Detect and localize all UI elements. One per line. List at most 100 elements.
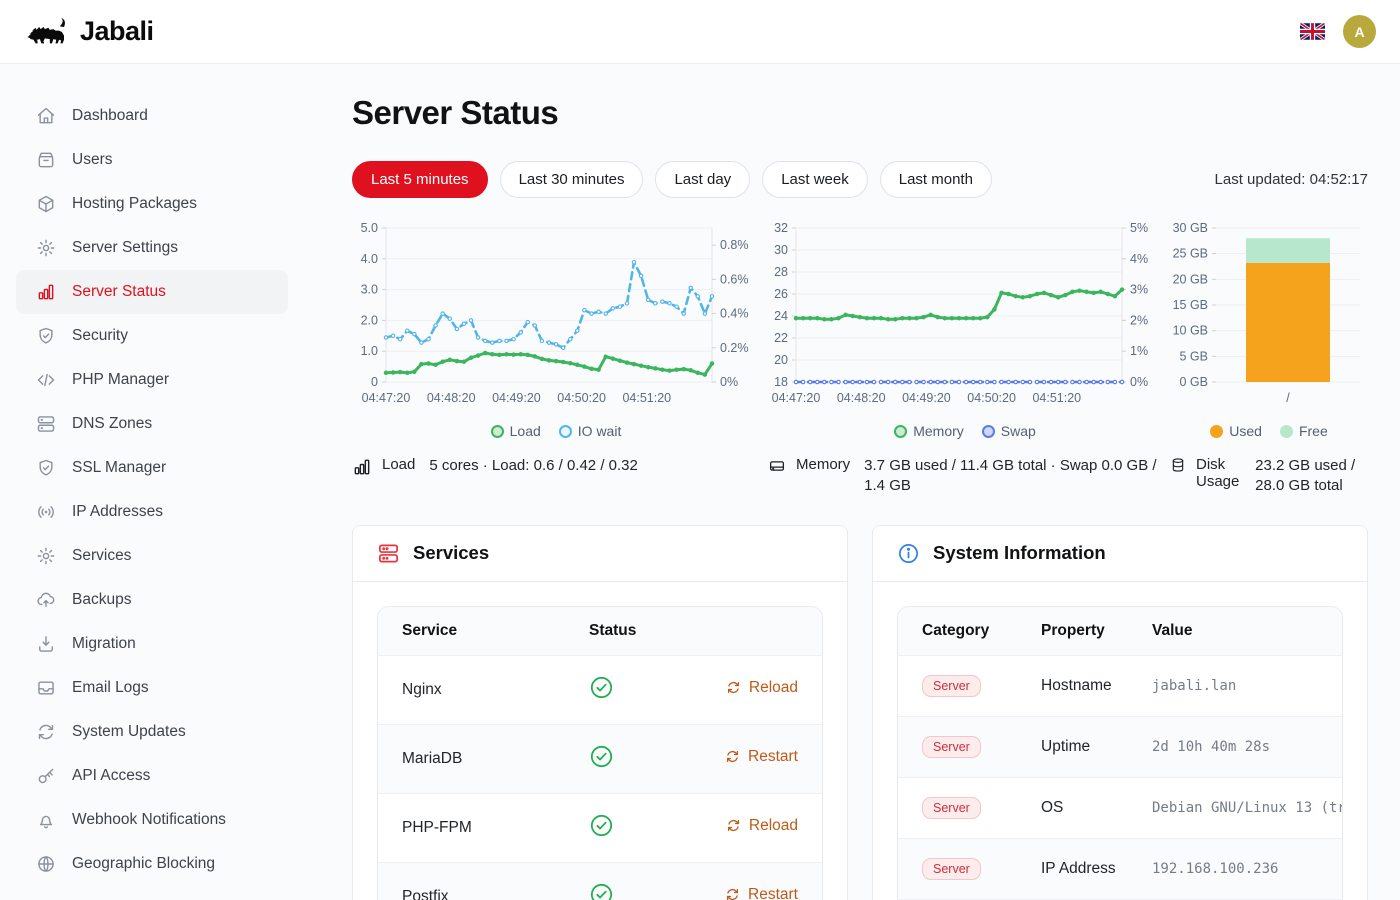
refresh-icon — [725, 749, 740, 764]
sidebar-item-server-settings[interactable]: Server Settings — [16, 226, 288, 270]
legend-item-memory[interactable]: Memory — [894, 423, 964, 439]
system-info-card-header: System Information — [873, 526, 1367, 582]
sidebar-item-label: System Updates — [72, 723, 186, 741]
sidebar-item-api-access[interactable]: API Access — [16, 754, 288, 798]
action-label: Restart — [748, 886, 798, 900]
mariadb-restart-button[interactable]: Restart — [725, 748, 798, 766]
range-button-last-day[interactable]: Last day — [655, 161, 750, 198]
category-cell: Server — [898, 777, 1017, 838]
svg-text:04:48:20: 04:48:20 — [427, 391, 476, 405]
range-button-last-month[interactable]: Last month — [880, 161, 992, 198]
inbox-icon — [36, 678, 56, 698]
sidebar-item-security[interactable]: Security — [16, 314, 288, 358]
category-cell: Server — [898, 655, 1017, 716]
property-value-cell: jabali.lan — [1128, 655, 1342, 716]
sidebar-item-label: Migration — [72, 635, 136, 653]
service-row-php-fpm: PHP-FPMReload — [378, 793, 822, 862]
sidebar-item-migration[interactable]: Migration — [16, 622, 288, 666]
range-button-last-week[interactable]: Last week — [762, 161, 868, 198]
key-icon — [36, 766, 56, 786]
property-value: jabali.lan — [1152, 678, 1236, 694]
legend-item-used[interactable]: Used — [1210, 423, 1262, 439]
range-button-last-30-minutes[interactable]: Last 30 minutes — [500, 161, 644, 198]
services-card-title: Services — [413, 542, 489, 564]
sidebar-item-users[interactable]: Users — [16, 138, 288, 182]
legend-item-io-wait[interactable]: IO wait — [559, 423, 622, 439]
bar-chart-icon — [36, 282, 56, 302]
system-row-os: ServerOSDebian GNU/Linux 13 (trixie) — [898, 777, 1342, 838]
brand[interactable]: Jabali — [24, 15, 154, 49]
legend-label: Free — [1299, 423, 1328, 439]
status-value: 23.2 GB used / 28.0 GB total — [1255, 456, 1368, 497]
disk-chart-block: 0 GB5 GB10 GB15 GB20 GB25 GB30 GB/ UsedF… — [1170, 220, 1368, 442]
sidebar-item-label: Email Logs — [72, 679, 149, 697]
cloud-upload-icon — [36, 590, 56, 610]
legend-item-load[interactable]: Load — [491, 423, 541, 439]
sidebar-item-label: Hosting Packages — [72, 195, 197, 213]
nginx-reload-button[interactable]: Reload — [726, 679, 798, 697]
range-button-last-5-minutes[interactable]: Last 5 minutes — [352, 161, 488, 198]
sidebar-item-services[interactable]: Services — [16, 534, 288, 578]
controls-row: Last 5 minutes Last 30 minutes Last day Las… — [352, 161, 1368, 198]
svg-text:1%: 1% — [1130, 344, 1148, 358]
svg-text:32: 32 — [774, 221, 788, 235]
services-col-actions — [695, 607, 822, 656]
sidebar-item-php-manager[interactable]: PHP Manager — [16, 358, 288, 402]
status-value: 5 cores · Load: 0.6 / 0.42 / 0.32 — [429, 456, 637, 476]
gear-icon — [36, 238, 56, 258]
sidebar-item-ssl-manager[interactable]: SSL Manager — [16, 446, 288, 490]
sidebar-item-dashboard[interactable]: Dashboard — [16, 94, 288, 138]
services-card: Services Service Status NginxReloadMaria… — [352, 525, 848, 900]
service-status — [565, 724, 695, 793]
legend-item-free[interactable]: Free — [1280, 423, 1328, 439]
svg-text:4.0: 4.0 — [361, 252, 378, 266]
php-fpm-reload-button[interactable]: Reload — [726, 817, 798, 835]
sidebar-item-email-logs[interactable]: Email Logs — [16, 666, 288, 710]
svg-text:22: 22 — [774, 331, 788, 345]
status-label: Load — [382, 456, 415, 473]
refresh-icon — [726, 818, 741, 833]
property-value: Debian GNU/Linux 13 (trixie) — [1152, 800, 1342, 816]
svg-text:2%: 2% — [1130, 313, 1148, 327]
svg-text:30 GB: 30 GB — [1173, 221, 1208, 235]
service-action-cell: Restart — [695, 724, 822, 793]
services-table-header: Service Status — [378, 607, 822, 656]
svg-text:0.4%: 0.4% — [720, 307, 749, 321]
system-col-category: Category — [898, 607, 1017, 656]
legend-item-swap[interactable]: Swap — [982, 423, 1036, 439]
sidebar-item-label: IP Addresses — [72, 503, 163, 521]
sidebar-item-dns-zones[interactable]: DNS Zones — [16, 402, 288, 446]
category-badge: Server — [922, 797, 981, 819]
sidebar-item-backups[interactable]: Backups — [16, 578, 288, 622]
sidebar-item-server-status[interactable]: Server Status — [16, 270, 288, 314]
service-action-cell: Reload — [695, 655, 822, 724]
svg-text:4%: 4% — [1130, 252, 1148, 266]
sidebar-item-label: Server Settings — [72, 239, 178, 257]
status-row: Load5 cores · Load: 0.6 / 0.42 / 0.32Mem… — [352, 456, 1368, 497]
refresh-icon — [725, 887, 740, 900]
service-action-cell: Reload — [695, 793, 822, 862]
avatar[interactable]: A — [1343, 15, 1376, 48]
svg-text:0 GB: 0 GB — [1180, 375, 1209, 389]
svg-text:04:50:20: 04:50:20 — [557, 391, 606, 405]
sidebar-item-hosting-packages[interactable]: Hosting Packages — [16, 182, 288, 226]
sidebar-item-geographic-blocking[interactable]: Geographic Blocking — [16, 842, 288, 886]
charts-row: 01.02.03.04.05.00%0.2%0.4%0.6%0.8%04:47:… — [352, 220, 1368, 442]
language-uk-flag-icon[interactable] — [1300, 23, 1325, 40]
status-ok-check-icon — [589, 813, 614, 838]
status-ok-check-icon — [589, 675, 614, 700]
sidebar-item-system-updates[interactable]: System Updates — [16, 710, 288, 754]
svg-text:04:49:20: 04:49:20 — [492, 391, 541, 405]
svg-text:5%: 5% — [1130, 221, 1148, 235]
svg-text:04:51:20: 04:51:20 — [622, 391, 671, 405]
sidebar-item-webhook-notifications[interactable]: Webhook Notifications — [16, 798, 288, 842]
status-ok-check-icon — [589, 744, 614, 769]
svg-text:25 GB: 25 GB — [1173, 247, 1208, 261]
server-stack-icon — [377, 542, 400, 565]
postfix-restart-button[interactable]: Restart — [725, 886, 798, 900]
svg-text:0%: 0% — [720, 375, 738, 389]
action-label: Reload — [749, 679, 798, 697]
svg-text:04:47:20: 04:47:20 — [362, 391, 411, 405]
sidebar-item-ip-addresses[interactable]: IP Addresses — [16, 490, 288, 534]
svg-text:3%: 3% — [1130, 283, 1148, 297]
